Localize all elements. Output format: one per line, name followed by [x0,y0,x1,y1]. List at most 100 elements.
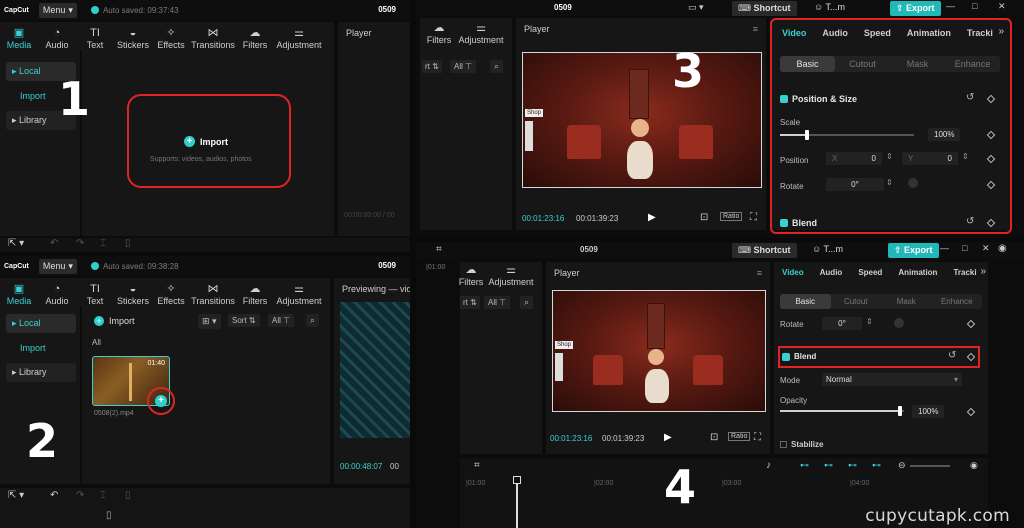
playhead[interactable] [516,478,518,528]
tab-audio[interactable]: Audio [812,268,851,277]
split-icon[interactable]: ⌶ [100,490,106,501]
export-button[interactable]: ⇪ Export [890,1,941,16]
import-button[interactable]: + Import [94,316,135,326]
close-icon[interactable]: ✕ [998,1,1006,12]
search-icon[interactable]: ⌕ [490,60,504,73]
undo-icon[interactable]: ↶ [50,490,58,501]
tool-transitions[interactable]: ⋈ Transitions [190,27,236,50]
tool-filters[interactable]: ☁ Filters [420,22,458,45]
tab-video[interactable]: Video [774,268,812,277]
zoom-out-icon[interactable]: ⊖ [898,460,906,471]
view-toggle[interactable]: ⊞ ▾ [198,314,221,329]
filter-all-button[interactable]: All ⊤ [484,296,511,309]
close-icon[interactable]: ✕ [982,243,990,254]
shop-button[interactable]: Shop [555,341,574,349]
sort-button[interactable]: Sort ⇅ [228,314,260,327]
ratio-button[interactable]: Ratio [720,212,743,221]
subtab-basic[interactable]: Basic [780,294,831,309]
fit-timeline-icon[interactable]: ◉ [970,460,978,471]
tool-filters[interactable]: ☁ Filters [236,27,274,50]
tool-filters[interactable]: ☁ Filters [452,264,490,287]
shortcut-button[interactable]: ⌨ Shortcut [732,1,797,16]
select-cursor-icon[interactable]: ⇱ ▾ [8,490,24,501]
rotate-dial-icon[interactable] [894,318,904,328]
tool-adjustment[interactable]: ⚌ Adjustment [456,22,506,45]
search-icon[interactable]: ⌕ [306,314,320,327]
tool-adjustment[interactable]: ⚌ Adjustment [274,27,324,50]
undo-icon[interactable]: ↶ [50,238,58,249]
playhead-icon[interactable]: ▯ [106,510,112,521]
keyframe-icon[interactable] [966,407,976,417]
preview-axis-icon[interactable]: ⊷ [872,460,881,471]
tool-media[interactable]: ▣ Media [0,27,38,50]
menu-button[interactable]: Menu ▾ [38,2,77,18]
split-icon[interactable]: ⌶ [100,238,106,249]
maximize-icon[interactable]: □ [972,1,977,11]
sidebar-item-local[interactable]: ▸ Local [6,314,76,333]
fullscreen-icon[interactable]: ⛶ [750,212,757,223]
delete-icon[interactable]: ▯ [125,490,131,501]
maximize-icon[interactable]: □ [962,243,967,253]
crop-icon[interactable]: ⌗ [436,244,442,255]
play-icon[interactable]: ▶ [648,212,656,223]
fullscreen-icon[interactable]: ⛶ [754,432,761,443]
user-badge[interactable]: ☺ T...m [814,2,845,12]
filter-all-button[interactable]: All ⊤ [268,314,295,327]
tab-animation[interactable]: Animation [890,268,945,277]
keyframe-icon[interactable] [966,319,976,329]
mic-icon[interactable]: ♪ [766,460,771,471]
tool-stickers[interactable]: ◒ Stickers [114,283,152,306]
fit-icon[interactable]: ⊡ [710,432,718,443]
redo-icon[interactable]: ↷ [76,238,84,249]
export-button[interactable]: ⇪ Export [888,243,939,258]
tool-stickers[interactable]: ◒ Stickers [114,27,152,50]
user-badge[interactable]: ☺ T...m [812,244,843,254]
subtab-enhance[interactable]: Enhance [932,294,983,309]
tool-audio[interactable]: ◔ Audio [38,283,76,306]
minimize-icon[interactable]: — [946,1,955,11]
tool-media[interactable]: ▣ Media [0,283,38,306]
crop-icon[interactable]: ⌗ [474,460,480,471]
tab-speed[interactable]: Speed [850,268,890,277]
layout-icon[interactable]: ▭ ▾ [688,2,704,13]
tool-adjustment[interactable]: ⚌ Adjustment [486,264,536,287]
tool-audio[interactable]: ◔ Audio [38,27,76,50]
mode-select[interactable]: Normal ▾ [822,373,962,386]
search-icon[interactable]: ⌕ [520,296,534,309]
rotate-value[interactable]: 0° [822,317,862,330]
tool-filters[interactable]: ☁ Filters [236,283,274,306]
filter-all-button[interactable]: All ⊤ [450,60,477,73]
sidebar-item-import[interactable]: Import [6,339,76,357]
player-menu-icon[interactable]: ≡ [753,24,758,34]
target-icon[interactable]: ◉ [998,243,1007,254]
stepper-icon[interactable]: ⇕ [866,317,873,326]
select-cursor-icon[interactable]: ⇱ ▾ [8,238,24,249]
redo-icon[interactable]: ↷ [76,490,84,501]
sort-icon[interactable]: rt ⇅ [460,296,480,309]
sort-icon[interactable]: rt ⇅ [422,60,442,73]
link-icon[interactable]: ⊷ [800,460,809,471]
magnet-icon[interactable]: ⊷ [824,460,833,471]
tool-text[interactable]: TI Text [76,283,114,306]
tool-effects[interactable]: ✧ Effects [152,27,190,50]
opacity-value[interactable]: 100% [912,405,945,418]
play-icon[interactable]: ▶ [664,432,672,443]
tab-tracking[interactable]: Tracki [945,268,984,277]
zoom-slider[interactable] [910,465,950,467]
subtab-cutout[interactable]: Cutout [831,294,882,309]
shortcut-button[interactable]: ⌨ Shortcut [732,243,797,258]
delete-icon[interactable]: ▯ [125,238,131,249]
more-tabs-icon[interactable]: » [980,266,986,277]
ratio-button[interactable]: Ratio [728,432,751,441]
shop-button[interactable]: Shop [525,109,544,117]
menu-button[interactable]: Menu ▾ [38,258,77,274]
snap-icon[interactable]: ⊷ [848,460,857,471]
fit-icon[interactable]: ⊡ [700,212,708,223]
sidebar-item-library[interactable]: ▸ Library [6,363,76,382]
stabilize-checkbox[interactable] [780,441,787,448]
minimize-icon[interactable]: — [940,243,949,253]
opacity-slider[interactable] [780,406,904,416]
playhead-handle[interactable] [513,476,521,484]
tool-text[interactable]: TI Text [76,27,114,50]
tool-adjustment[interactable]: ⚌ Adjustment [274,283,324,306]
